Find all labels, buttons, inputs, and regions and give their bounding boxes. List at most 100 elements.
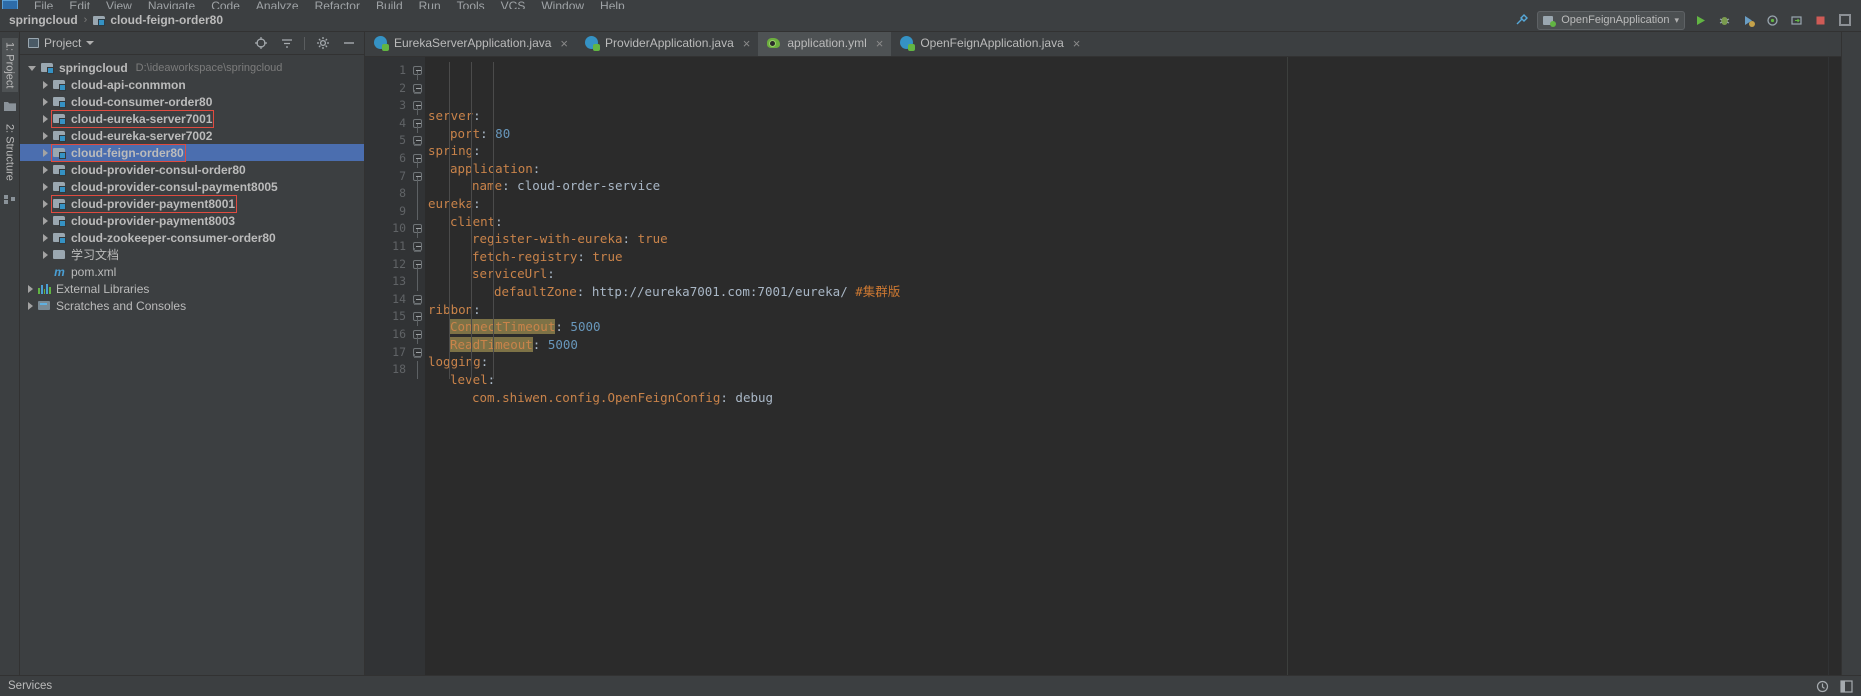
tree-row[interactable]: springcloud D:\ideaworkspace\springcloud [20, 59, 364, 76]
tree-row[interactable]: cloud-api-conmmon [20, 76, 364, 93]
editor-tab[interactable]: EurekaServerApplication.java × [365, 32, 576, 56]
tree-row[interactable]: cloud-eureka-server7002 [20, 127, 364, 144]
breadcrumb-module[interactable]: cloud-feign-order80 [110, 13, 223, 27]
editor-scrollbar[interactable] [1828, 57, 1841, 675]
menu-item-vcs[interactable]: VCS [493, 0, 534, 9]
fold-marker-cell[interactable] [412, 256, 425, 274]
tree-row[interactable]: m pom.xml [20, 263, 364, 280]
debug-button[interactable] [1716, 12, 1733, 29]
editor-tab-bar[interactable]: EurekaServerApplication.java × ProviderApp… [365, 32, 1841, 57]
tree-row[interactable]: cloud-zookeeper-consumer-order80 [20, 229, 364, 246]
layout-settings-icon[interactable] [1840, 679, 1853, 693]
tree-expand-arrow-icon[interactable] [28, 301, 33, 310]
code-line[interactable]: port: 80 [425, 125, 1828, 143]
status-services-label[interactable]: Services [8, 680, 52, 692]
tree-row[interactable]: cloud-consumer-order80 [20, 93, 364, 110]
tree-row[interactable]: cloud-provider-consul-payment8005 [20, 178, 364, 195]
code-line[interactable]: com.shiwen.config.OpenFeignConfig: debug [425, 389, 1828, 407]
tree-expand-arrow-icon[interactable] [43, 250, 48, 259]
editor-tab[interactable]: ProviderApplication.java × [576, 32, 758, 56]
select-opened-file-icon[interactable] [252, 35, 269, 52]
tree-row[interactable]: cloud-eureka-server7001 [20, 109, 364, 128]
code-line[interactable]: spring: [425, 142, 1828, 160]
fold-marker-cell[interactable] [412, 291, 425, 309]
menu-item-navigate[interactable]: Navigate [140, 0, 203, 9]
fold-marker-cell[interactable] [412, 168, 425, 186]
menu-item-refactor[interactable]: Refactor [307, 0, 368, 9]
tree-row[interactable]: External Libraries [20, 280, 364, 297]
tree-expand-arrow-icon[interactable] [43, 131, 48, 140]
menu-item-help[interactable]: Help [592, 0, 633, 9]
code-editor[interactable]: 1 2 3 4 5 6 7 8 9 10 11 12 13 14 15 16 17 18 server: port:… [365, 57, 1841, 675]
tree-collapse-arrow-icon[interactable] [28, 66, 36, 71]
menu-item-file[interactable]: File [26, 0, 61, 9]
hide-tool-window-icon[interactable] [340, 35, 357, 52]
stop-button[interactable] [1812, 12, 1829, 29]
tree-expand-arrow-icon[interactable] [43, 182, 48, 191]
fold-marker-cell[interactable] [412, 80, 425, 98]
code-line[interactable]: application: [425, 160, 1828, 178]
attach-process-button[interactable] [1788, 12, 1805, 29]
fold-marker-cell[interactable] [412, 238, 425, 256]
editor-tab[interactable]: OpenFeignApplication.java × [891, 32, 1088, 56]
tree-expand-arrow-icon[interactable] [43, 216, 48, 225]
sidebar-item-project[interactable]: 1: Project [1, 38, 18, 93]
code-line[interactable]: level: [425, 371, 1828, 389]
tree-expand-arrow-icon[interactable] [43, 97, 48, 106]
tree-row[interactable]: 学习文档 [20, 246, 364, 263]
event-log-icon[interactable] [1816, 680, 1829, 693]
fold-marker-cell[interactable] [412, 62, 425, 80]
code-line[interactable]: register-with-eureka: true [425, 230, 1828, 248]
breadcrumb-project[interactable]: springcloud [9, 13, 78, 27]
close-icon[interactable]: × [876, 37, 884, 50]
fold-marker-cell[interactable] [412, 132, 425, 150]
code-content[interactable]: server: port: 80 spring: application: name: … [425, 57, 1828, 675]
collapse-all-icon[interactable] [278, 35, 295, 52]
close-icon[interactable]: × [1073, 37, 1081, 50]
menu-item-tools[interactable]: Tools [449, 0, 493, 9]
tree-expand-arrow-icon[interactable] [43, 199, 48, 208]
code-line[interactable]: defaultZone: http://eureka7001.com:7001/… [425, 283, 1828, 301]
code-line[interactable]: eureka: [425, 195, 1828, 213]
run-configuration-selector[interactable]: OpenFeignApplication ▾ [1537, 10, 1685, 30]
run-button[interactable] [1692, 12, 1709, 29]
menu-item-code[interactable]: Code [203, 0, 248, 9]
fold-marker-cell[interactable] [412, 344, 425, 362]
menu-item-analyze[interactable]: Analyze [248, 0, 307, 9]
project-pane-title-group[interactable]: Project [28, 36, 95, 50]
code-line[interactable]: server: [425, 107, 1828, 125]
settings-gear-icon[interactable] [314, 35, 331, 52]
tree-expand-arrow-icon[interactable] [43, 148, 48, 157]
tree-expand-arrow-icon[interactable] [43, 165, 48, 174]
tree-row[interactable]: cloud-feign-order80 [20, 143, 364, 162]
sidebar-item-structure[interactable]: 2: Structure [2, 120, 18, 185]
tree-expand-arrow-icon[interactable] [43, 80, 48, 89]
code-line[interactable]: name: cloud-order-service [425, 177, 1828, 195]
code-line[interactable]: fetch-registry: true [425, 248, 1828, 266]
code-line[interactable]: ribbon: [425, 301, 1828, 319]
menu-item-window[interactable]: Window [533, 0, 592, 9]
code-line[interactable]: ReadTimeout: 5000 [425, 336, 1828, 354]
tree-expand-arrow-icon[interactable] [43, 114, 48, 123]
code-line[interactable]: logging: [425, 353, 1828, 371]
search-everywhere-icon[interactable] [1836, 12, 1853, 29]
tree-row[interactable]: cloud-provider-payment8003 [20, 212, 364, 229]
menu-item-view[interactable]: View [98, 0, 140, 9]
code-line[interactable] [425, 406, 1828, 424]
close-icon[interactable]: × [743, 37, 751, 50]
code-folding-gutter[interactable] [412, 57, 425, 675]
tree-expand-arrow-icon[interactable] [43, 233, 48, 242]
fold-marker-cell[interactable] [412, 150, 425, 168]
menu-item-build[interactable]: Build [368, 0, 411, 9]
run-with-coverage-button[interactable] [1740, 12, 1757, 29]
build-hammer-icon[interactable] [1513, 12, 1530, 29]
menu-item-edit[interactable]: Edit [61, 0, 98, 9]
tree-expand-arrow-icon[interactable] [28, 284, 33, 293]
fold-marker-cell[interactable] [412, 97, 425, 116]
tree-row[interactable]: Scratches and Consoles [20, 297, 364, 314]
tree-row[interactable]: cloud-provider-payment8001 [20, 194, 364, 213]
code-line[interactable]: client: [425, 213, 1828, 231]
code-line[interactable]: serviceUrl: [425, 265, 1828, 283]
project-tree[interactable]: springcloud D:\ideaworkspace\springcloud c… [20, 55, 364, 675]
fold-marker-cell[interactable] [412, 115, 425, 133]
